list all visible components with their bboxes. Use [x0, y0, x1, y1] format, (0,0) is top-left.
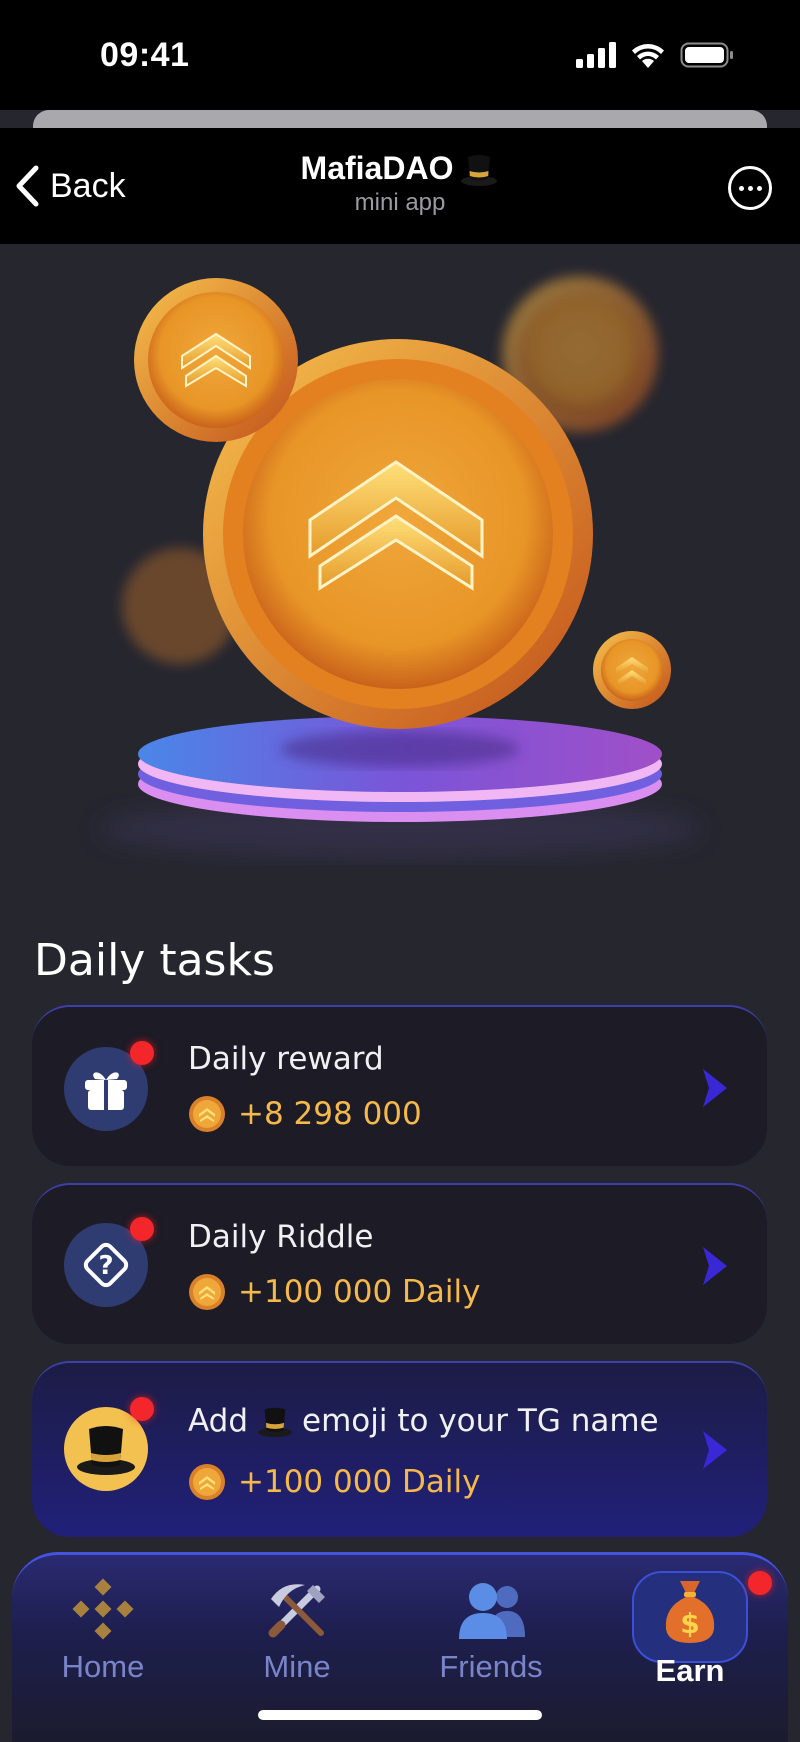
coin-icon: [189, 1274, 225, 1310]
app-header: Back MafiaDAO mini app: [0, 128, 800, 244]
dot: [747, 185, 753, 191]
coin-icon: [189, 1096, 225, 1132]
top-hat-emoji-icon: [258, 1407, 293, 1438]
task-title: Daily reward: [188, 1041, 384, 1077]
coin-podium-illustration: [100, 276, 700, 859]
task-add-emoji[interactable]: Add emoji to your TG name +100 000 Daily: [32, 1361, 767, 1537]
task-daily-riddle[interactable]: ? Daily Riddle +100 000 Daily: [32, 1183, 767, 1344]
battery-icon: [680, 42, 733, 68]
nav-label: Earn: [655, 1653, 725, 1688]
svg-text:?: ?: [98, 1251, 113, 1281]
top-hat-icon: [461, 154, 498, 186]
reward-amount: +100 000 Daily: [238, 1464, 481, 1500]
wifi-icon: [632, 44, 664, 68]
task-title: Daily Riddle: [188, 1219, 374, 1255]
notification-badge: [130, 1041, 154, 1065]
task-title: Add emoji to your TG name: [188, 1403, 659, 1439]
dot: [738, 185, 744, 191]
nav-friends[interactable]: Friends: [416, 1577, 566, 1685]
nav-home[interactable]: Home: [28, 1577, 178, 1685]
friends-icon: [459, 1583, 525, 1639]
chevron-right-icon: [703, 1431, 727, 1469]
task-reward: +100 000 Daily: [188, 1273, 480, 1311]
task-reward: +100 000 Daily: [188, 1463, 480, 1501]
nav-label: Home: [61, 1649, 145, 1684]
chevron-right-icon: [703, 1069, 727, 1107]
notification-badge: [130, 1217, 154, 1241]
page-title: MafiaDAO: [301, 150, 500, 187]
hero-illustration: [0, 244, 800, 904]
header-title-group: MafiaDAO mini app: [0, 150, 800, 217]
notification-badge: [130, 1397, 154, 1421]
app-name: MafiaDAO: [300, 150, 454, 186]
reward-amount: +8 298 000: [238, 1096, 422, 1132]
nav-label: Mine: [263, 1649, 331, 1684]
pickaxe-shovel-icon: [268, 1584, 325, 1638]
question-diamond-icon: ?: [83, 1242, 129, 1288]
task-daily-reward[interactable]: Daily reward +8 298 000: [32, 1005, 767, 1166]
status-bar: 09:41: [0, 0, 800, 110]
cellular-signal-icon: [576, 42, 616, 68]
nav-mine[interactable]: Mine: [222, 1577, 372, 1685]
status-icons: [576, 42, 734, 68]
reward-amount: +100 000 Daily: [238, 1274, 481, 1310]
daily-tasks-heading: Daily tasks: [34, 935, 275, 986]
status-time: 09:41: [100, 36, 190, 74]
dot: [756, 185, 762, 191]
binance-icon: [72, 1578, 134, 1640]
nav-earn[interactable]: $ Earn: [615, 1577, 765, 1689]
money-bag-icon: $: [665, 1581, 715, 1643]
more-options-button[interactable]: [728, 166, 772, 210]
task-reward: +8 298 000: [188, 1095, 422, 1133]
nav-label: Friends: [439, 1649, 543, 1684]
gift-icon: [85, 1072, 127, 1110]
task-title-part: Add: [188, 1403, 249, 1439]
task-title-part: emoji to your TG name: [302, 1403, 659, 1439]
notification-badge: [748, 1571, 772, 1595]
chevron-right-icon: [703, 1247, 727, 1285]
page-subtitle: mini app: [354, 189, 446, 216]
coin-icon: [189, 1464, 225, 1500]
top-hat-icon: [77, 1426, 135, 1475]
svg-text:$: $: [680, 1607, 699, 1640]
home-indicator: [258, 1710, 542, 1720]
